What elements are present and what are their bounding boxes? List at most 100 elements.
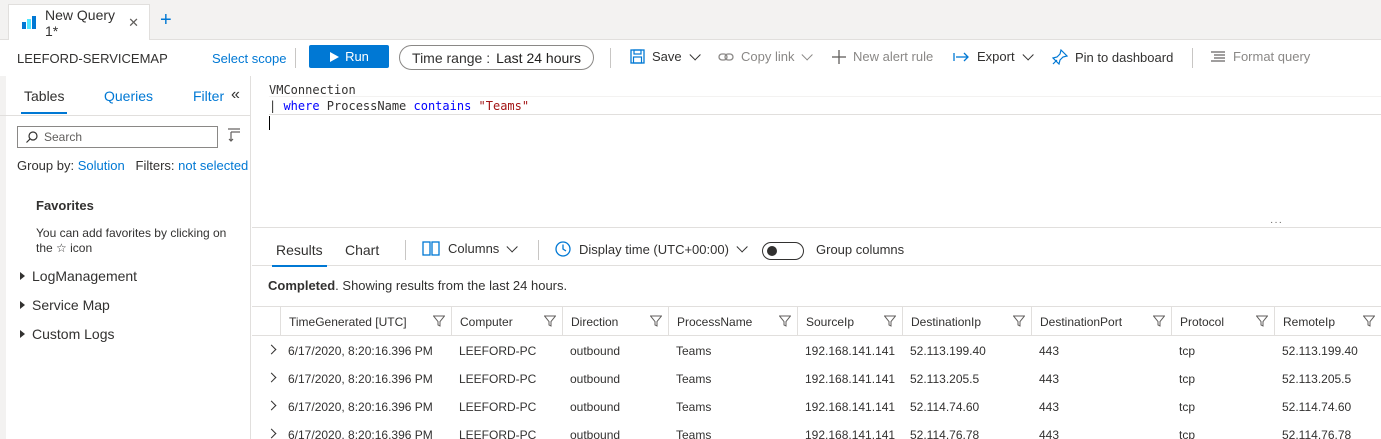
expand-row-icon[interactable] (266, 344, 277, 355)
keyword-token: where (283, 99, 320, 113)
group-by-selector[interactable]: Solution (78, 158, 125, 173)
column-header-label: SourceIp (806, 314, 855, 329)
cell-destinationip: 52.114.76.78 (910, 428, 980, 439)
divider (610, 48, 611, 68)
run-button[interactable]: Run (309, 45, 389, 68)
tree-item-logmanagement[interactable]: LogManagement (20, 268, 137, 284)
filter-icon[interactable] (543, 315, 557, 330)
search-box (17, 126, 218, 148)
query-tab[interactable]: New Query 1* ✕ (8, 4, 150, 40)
chevron-down-icon (736, 241, 748, 253)
column-header-timegenerated[interactable]: TimeGenerated [UTC] (280, 307, 451, 336)
line-separator (269, 96, 1381, 97)
collapse-sidebar-icon[interactable]: « (231, 86, 240, 104)
tab-tables[interactable]: Tables (20, 88, 68, 114)
tab-queries[interactable]: Queries (104, 88, 153, 104)
table-row[interactable]: 6/17/2020, 8:20:16.396 PM LEEFORD-PC outbo… (252, 392, 1381, 420)
expand-row-icon[interactable] (266, 372, 277, 383)
code-line-1: VMConnection (269, 83, 356, 97)
cell-remoteip: 52.113.205.5 (1282, 372, 1352, 386)
string-token: "Teams" (471, 99, 530, 113)
tab-results[interactable]: Results (272, 242, 327, 267)
filter-icon[interactable] (1255, 315, 1269, 330)
clock-icon (555, 241, 571, 257)
divider (405, 240, 406, 260)
cell-computer: LEEFORD-PC (459, 344, 537, 358)
column-header-direction[interactable]: Direction (562, 307, 668, 336)
column-header-label: Protocol (1180, 314, 1225, 329)
run-label: Run (345, 49, 369, 64)
select-scope-link[interactable]: Select scope (212, 51, 286, 66)
new-alert-rule-button[interactable]: New alert rule (832, 49, 933, 64)
favorites-description: You can add favorites by clicking on the… (36, 226, 227, 255)
cell-processname: Teams (676, 372, 712, 386)
format-query-button[interactable]: Format query (1210, 49, 1310, 64)
schema-sidebar: Tables Queries Filter « Group by: Soluti… (0, 76, 251, 439)
cell-timegenerated: 6/17/2020, 8:20:16.396 PM (288, 372, 433, 386)
search-icon (26, 131, 38, 143)
column-header-protocol[interactable]: Protocol (1171, 307, 1274, 336)
pipe-token: | (269, 99, 284, 113)
log-analytics-icon (21, 15, 37, 31)
search-input[interactable] (44, 130, 204, 144)
export-icon (953, 52, 969, 61)
tab-chart[interactable]: Chart (345, 242, 379, 258)
table-row[interactable]: 6/17/2020, 8:20:16.396 PM LEEFORD-PC outbo… (252, 420, 1381, 439)
filter-icon[interactable] (1362, 315, 1376, 330)
column-header-label: DestinationPort (1040, 314, 1123, 329)
tab-title: New Query 1* (45, 6, 116, 39)
tab-filter[interactable]: Filter (193, 88, 224, 104)
sort-icon[interactable] (227, 128, 241, 142)
cell-processname: Teams (676, 344, 712, 358)
group-columns-toggle[interactable] (762, 242, 804, 260)
display-time-button[interactable]: Display time (UTC+00:00) (555, 241, 748, 257)
column-header-label: TimeGenerated [UTC] (289, 314, 407, 329)
column-header-sourceip[interactable]: SourceIp (797, 307, 902, 336)
field-token: ProcessName (319, 99, 414, 113)
editor-results-splitter[interactable] (252, 227, 1381, 228)
filter-icon[interactable] (432, 315, 446, 330)
current-line-highlight (269, 114, 1381, 115)
filter-icon[interactable] (883, 315, 897, 330)
filter-icon[interactable] (1152, 315, 1166, 330)
cell-destinationip: 52.113.199.40 (910, 344, 986, 358)
export-button[interactable]: Export (953, 48, 1034, 64)
time-range-picker[interactable]: Time range : Last 24 hours (399, 45, 594, 70)
filters-label: Filters: (135, 158, 175, 173)
cell-protocol: tcp (1179, 400, 1196, 414)
column-header-destinationip[interactable]: DestinationIp (902, 307, 1031, 336)
copy-link-button[interactable]: Copy link (718, 48, 814, 64)
filter-icon[interactable] (649, 315, 663, 330)
tree-item-service-map[interactable]: Service Map (20, 297, 110, 313)
query-editor[interactable]: VMConnection | where ProcessName contain… (252, 76, 1381, 228)
save-icon (630, 49, 645, 64)
results-toolbar: Results Chart Columns Display time (UTC+… (252, 232, 1381, 267)
column-header-processname[interactable]: ProcessName (668, 307, 797, 336)
table-row[interactable]: 6/17/2020, 8:20:16.396 PM LEEFORD-PC outbo… (252, 336, 1381, 364)
filters-selector[interactable]: not selected (178, 158, 248, 173)
table-row[interactable]: 6/17/2020, 8:20:16.396 PM LEEFORD-PC outbo… (252, 364, 1381, 392)
text-cursor (269, 116, 270, 130)
caret-right-icon (20, 301, 25, 309)
save-button[interactable]: Save (630, 48, 701, 64)
editor-area[interactable]: VMConnection | where ProcessName contain… (252, 76, 1381, 226)
tree-item-custom-logs[interactable]: Custom Logs (20, 326, 114, 342)
add-tab-button[interactable]: + (160, 10, 172, 30)
column-header-destinationport[interactable]: DestinationPort (1031, 307, 1171, 336)
cell-processname: Teams (676, 400, 712, 414)
cell-sourceip: 192.168.141.141 (805, 372, 896, 386)
cell-destinationip: 52.113.205.5 (910, 372, 980, 386)
pin-to-dashboard-button[interactable]: Pin to dashboard (1052, 49, 1173, 65)
cell-computer: LEEFORD-PC (459, 400, 537, 414)
filter-icon[interactable] (778, 315, 792, 330)
grid-header: TimeGenerated [UTC] Computer Direction Proc… (252, 306, 1381, 336)
cell-sourceip: 192.168.141.141 (805, 400, 896, 414)
columns-button[interactable]: Columns (422, 240, 519, 256)
column-header-computer[interactable]: Computer (451, 307, 562, 336)
column-header-remoteip[interactable]: RemoteIp (1274, 307, 1381, 336)
expand-row-icon[interactable] (266, 400, 277, 411)
close-tab-icon[interactable]: ✕ (128, 15, 139, 31)
column-header-label: Computer (460, 314, 513, 329)
expand-row-icon[interactable] (266, 428, 277, 439)
filter-icon[interactable] (1012, 315, 1026, 330)
